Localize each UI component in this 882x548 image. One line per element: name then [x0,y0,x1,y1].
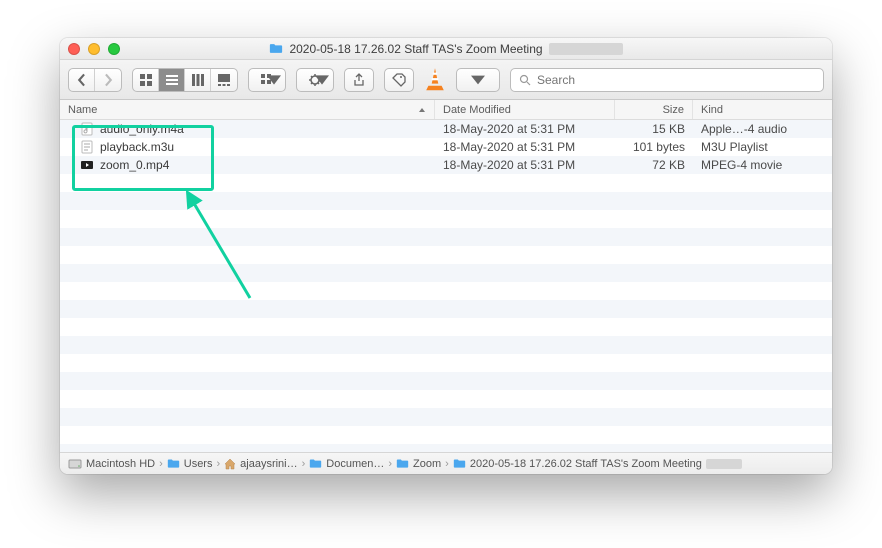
file-icon [80,140,94,154]
table-row[interactable]: playback.m3u 18-May-2020 at 5:31 PM101 by… [60,138,832,156]
zoom-button[interactable] [108,43,120,55]
window-controls [68,43,120,55]
search-icon [519,74,531,86]
empty-row [60,228,832,246]
empty-row [60,318,832,336]
breadcrumb[interactable]: ajaaysrini… [224,458,297,470]
breadcrumb[interactable]: Macintosh HD [68,458,155,470]
chevron-right-icon: › [302,458,306,470]
chevron-right-icon: › [216,458,220,470]
group-by [248,68,286,92]
file-name: zoom_0.mp4 [100,158,169,172]
file-kind: M3U Playlist [693,140,832,154]
empty-row [60,300,832,318]
view-switcher [132,68,238,92]
icon-view-button[interactable] [133,69,159,91]
search-field[interactable] [510,68,824,92]
nav-buttons [68,68,122,92]
file-icon [80,158,94,172]
file-size: 72 KB [615,158,693,172]
forward-button[interactable] [95,69,121,91]
file-size: 101 bytes [615,140,693,154]
empty-row [60,210,832,228]
empty-row [60,408,832,426]
col-kind-label: Kind [701,104,723,116]
file-date: 18-May-2020 at 5:31 PM [435,158,615,172]
file-icon [80,122,94,136]
dropdown-generic [456,68,500,92]
folder-icon [269,43,283,54]
breadcrumb[interactable]: Zoom [396,458,441,470]
file-date: 18-May-2020 at 5:31 PM [435,122,615,136]
empty-row [60,390,832,408]
file-name: playback.m3u [100,140,174,154]
breadcrumb-label: ajaaysrini… [240,458,297,470]
list-view-button[interactable] [159,69,185,91]
empty-row [60,426,832,444]
breadcrumb-label: Zoom [413,458,441,470]
path-bar[interactable]: Macintosh HD›Users›ajaaysrini…›Documen…›… [60,452,832,474]
file-kind: Apple…-4 audio [693,122,832,136]
file-date: 18-May-2020 at 5:31 PM [435,140,615,154]
col-size-label: Size [663,104,684,116]
col-date[interactable]: Date Modified [435,100,615,119]
empty-row [60,372,832,390]
breadcrumb-label: Users [184,458,213,470]
dropdown-button[interactable] [457,69,499,91]
share-button[interactable] [344,68,374,92]
chevron-right-icon: › [388,458,392,470]
minimize-button[interactable] [88,43,100,55]
titlebar[interactable]: 2020-05-18 17.26.02 Staff TAS's Zoom Mee… [60,38,832,60]
gallery-view-button[interactable] [211,69,237,91]
col-name[interactable]: Name [60,100,435,119]
empty-row [60,282,832,300]
file-list[interactable]: audio_only.m4a18-May-2020 at 5:31 PM15 K… [60,120,832,452]
breadcrumb[interactable]: Users [167,458,213,470]
empty-row [60,192,832,210]
action-menu [296,68,334,92]
file-kind: MPEG-4 movie [693,158,832,172]
title-redacted [549,43,623,55]
toolbar [60,60,832,100]
col-date-label: Date Modified [443,104,511,116]
empty-row [60,336,832,354]
window-title-text: 2020-05-18 17.26.02 Staff TAS's Zoom Mee… [289,42,542,56]
table-row[interactable]: audio_only.m4a 18-May-2020 at 5:31 PM15 K… [60,120,832,138]
breadcrumb-label: Macintosh HD [86,458,155,470]
column-view-button[interactable] [185,69,211,91]
search-input[interactable] [537,73,815,87]
sort-asc-icon [418,106,426,114]
col-size[interactable]: Size [615,100,693,119]
empty-row [60,174,832,192]
chevron-right-icon: › [159,458,163,470]
breadcrumb[interactable]: Documen… [309,458,384,470]
tags-button[interactable] [384,68,414,92]
back-button[interactable] [69,69,95,91]
col-kind[interactable]: Kind [693,100,832,119]
finder-window: 2020-05-18 17.26.02 Staff TAS's Zoom Mee… [60,38,832,474]
empty-row [60,354,832,372]
breadcrumb-label: Documen… [326,458,384,470]
table-row[interactable]: zoom_0.mp4 18-May-2020 at 5:31 PM72 KBMPE… [60,156,832,174]
vlc-icon[interactable] [424,67,446,93]
close-button[interactable] [68,43,80,55]
action-button[interactable] [297,69,333,91]
column-headers: Name Date Modified Size Kind [60,100,832,120]
breadcrumb-label: 2020-05-18 17.26.02 Staff TAS's Zoom Mee… [470,458,702,470]
path-redacted [706,459,742,469]
empty-row [60,246,832,264]
file-size: 15 KB [615,122,693,136]
chevron-right-icon: › [445,458,449,470]
group-by-button[interactable] [249,69,285,91]
file-name: audio_only.m4a [100,122,184,136]
window-title: 2020-05-18 17.26.02 Staff TAS's Zoom Mee… [60,42,832,56]
col-name-label: Name [68,104,97,116]
breadcrumb[interactable]: 2020-05-18 17.26.02 Staff TAS's Zoom Mee… [453,458,702,470]
empty-row [60,264,832,282]
empty-row [60,444,832,452]
